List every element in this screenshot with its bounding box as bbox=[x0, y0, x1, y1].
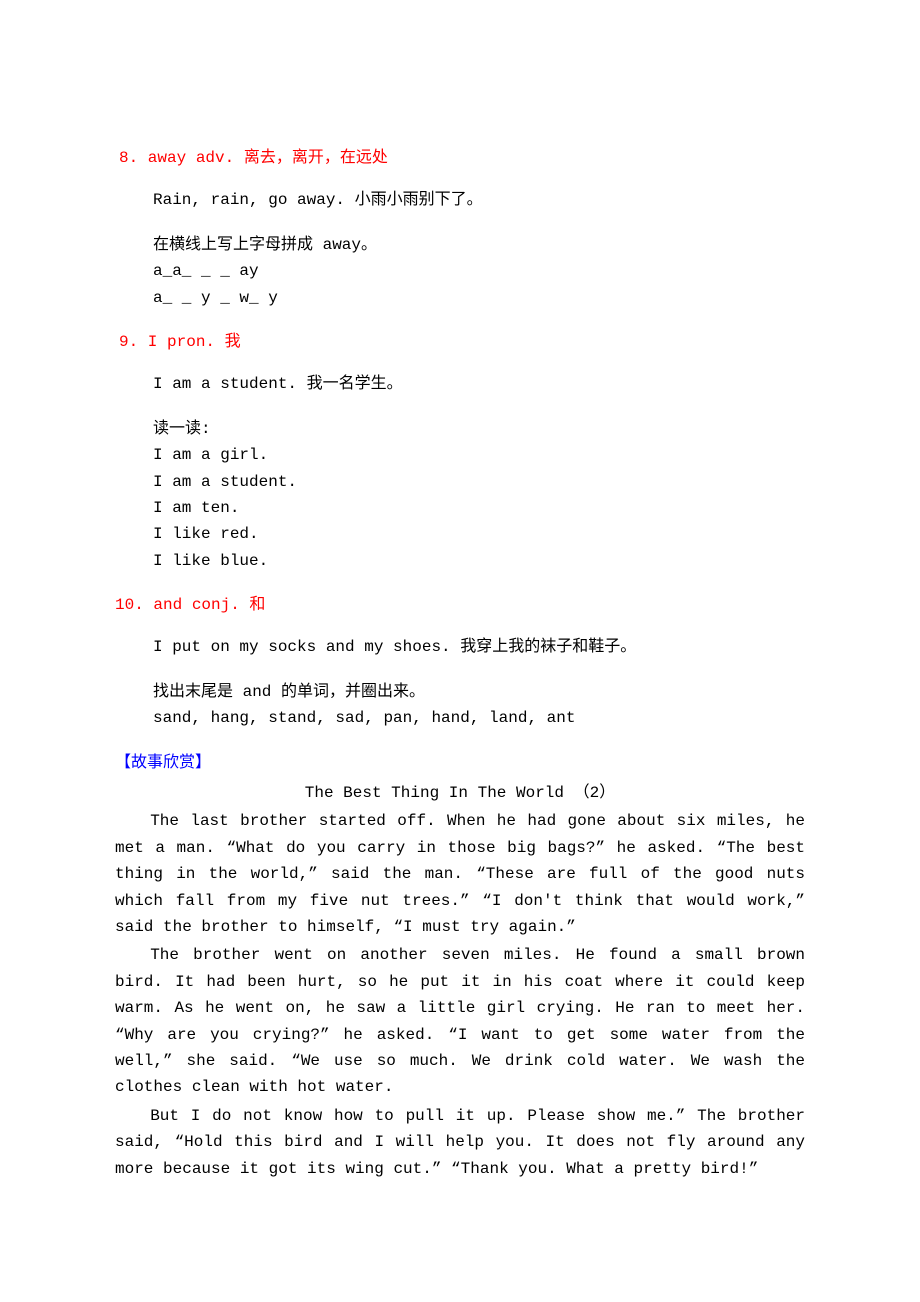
q10-words: sand, hang, stand, sad, pan, hand, land,… bbox=[153, 705, 805, 731]
q10-instruction: 找出末尾是 and 的单词，并圈出来。 bbox=[153, 679, 805, 705]
q9-example: I am a student. 我一名学生。 bbox=[153, 371, 805, 397]
q9-read-1: I am a girl. bbox=[153, 442, 805, 468]
q8-blank-line-1: a_a_ _ _ ay bbox=[153, 258, 805, 284]
q8-instruction: 在横线上写上字母拼成 away。 bbox=[153, 232, 805, 258]
q9-read-3: I am ten. bbox=[153, 495, 805, 521]
q8-blank-line-2: a_ _ y _ w_ y bbox=[153, 285, 805, 311]
q8-example: Rain, rain, go away. 小雨小雨别下了。 bbox=[153, 187, 805, 213]
story-section-title: 【故事欣赏】 bbox=[115, 750, 805, 776]
story-paragraph-2: The brother went on another seven miles.… bbox=[115, 942, 805, 1100]
q10-heading: 10. and conj. 和 bbox=[115, 592, 805, 618]
q9-read-2: I am a student. bbox=[153, 469, 805, 495]
story-title: The Best Thing In The World （2） bbox=[115, 780, 805, 806]
q10-example: I put on my socks and my shoes. 我穿上我的袜子和… bbox=[153, 634, 805, 660]
q9-instruction: 读一读: bbox=[153, 416, 805, 442]
q9-heading: 9. I pron. 我 bbox=[119, 329, 805, 355]
story-paragraph-1: The last brother started off. When he ha… bbox=[115, 808, 805, 940]
story-paragraph-3: But I do not know how to pull it up. Ple… bbox=[115, 1103, 805, 1182]
q9-read-5: I like blue. bbox=[153, 548, 805, 574]
q9-read-4: I like red. bbox=[153, 521, 805, 547]
q8-heading: 8. away adv. 离去，离开，在远处 bbox=[119, 145, 805, 171]
